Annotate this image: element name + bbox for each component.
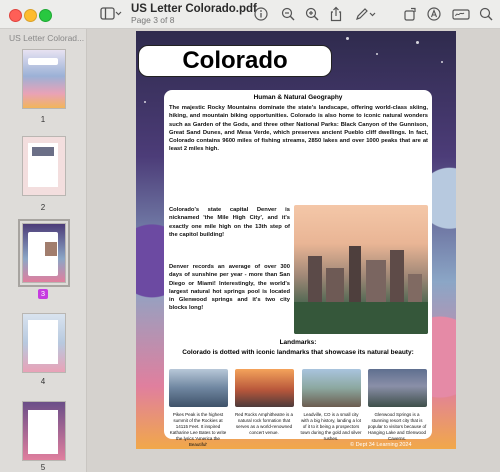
- trees-foreground: [294, 302, 428, 334]
- sunshine-paragraph: Denver records an average of over 300 da…: [169, 264, 290, 312]
- star-decoration: [346, 37, 349, 40]
- zoom-out-button[interactable]: [280, 5, 296, 23]
- page-thumbnail-label: 5: [40, 463, 46, 472]
- geography-paragraph: The majestic Rocky Mountains dominate th…: [169, 105, 428, 153]
- page-thumbnail-label: 4: [40, 377, 46, 386]
- document-title: US Letter Colorado.pdf: [131, 3, 257, 15]
- denver-skyline-photo: [294, 205, 428, 334]
- pikes-peak-photo: [169, 369, 228, 407]
- zoom-out-icon: [281, 7, 295, 21]
- landmarks-intro: Colorado is dotted with iconic landmarks…: [182, 349, 414, 356]
- landmarks-heading: Landmarks:: [279, 339, 317, 346]
- star-decoration: [144, 101, 146, 103]
- building-shape: [408, 274, 422, 304]
- landmark-caption: Glenwood Springs is a stunning resort ci…: [367, 412, 427, 441]
- sidebar-toggle-button[interactable]: [98, 5, 124, 23]
- zoom-window-button[interactable]: [39, 9, 52, 22]
- page-thumbnail-5[interactable]: [22, 401, 66, 461]
- zoom-in-button[interactable]: [304, 5, 320, 23]
- signature-button[interactable]: [452, 5, 470, 23]
- capital-paragraph: Colorado's state capital Denver is nickn…: [169, 207, 290, 238]
- info-button[interactable]: [253, 5, 269, 23]
- rotate-icon: [404, 7, 416, 21]
- thumbnail-content-block: [28, 410, 58, 454]
- building-shape: [390, 250, 404, 304]
- page-thumbnail-3[interactable]: [18, 219, 70, 287]
- landmark-caption: Leadville, CO is a small city with a big…: [300, 412, 362, 441]
- leadville-photo: [302, 369, 361, 407]
- sidebar-icon: [100, 7, 122, 20]
- zoom-in-icon: [305, 7, 319, 21]
- markup-button[interactable]: [354, 5, 378, 23]
- landmark-caption: Red Rocks Amphitheatre is a natural rock…: [234, 412, 294, 435]
- building-shape: [349, 246, 361, 304]
- search-button[interactable]: [478, 5, 494, 23]
- red-rocks-photo: [235, 369, 294, 407]
- rotate-button[interactable]: [402, 5, 418, 23]
- share-button[interactable]: [328, 5, 344, 23]
- page-indicator: Page 3 of 8: [131, 15, 175, 25]
- content-card: Human & Natural Geography The majestic R…: [164, 90, 432, 447]
- annotate-button[interactable]: [426, 5, 442, 23]
- page-title-banner: Colorado: [138, 45, 332, 77]
- pdf-page: Colorado Human & Natural Geography The m…: [136, 31, 456, 449]
- info-icon: [254, 7, 268, 21]
- thumbnail-content-block: [28, 320, 58, 364]
- building-shape: [366, 260, 386, 304]
- page-thumbnail-1[interactable]: [22, 49, 66, 109]
- pen-icon: [356, 8, 376, 20]
- copyright-footer: © Dept 34 Learning 2024: [350, 442, 412, 448]
- signature-icon: [452, 9, 470, 20]
- document-canvas[interactable]: Colorado Human & Natural Geography The m…: [87, 29, 500, 472]
- glenwood-springs-photo: [368, 369, 427, 407]
- title-bar: US Letter Colorado.pdf Page 3 of 8: [0, 0, 500, 29]
- thumbnail-image: [45, 242, 57, 256]
- thumbnail-sidebar: US Letter Colorad... 1 2 3 4 5: [0, 29, 87, 472]
- page-thumbnail-label: 2: [40, 203, 46, 212]
- page-thumbnail-4[interactable]: [22, 313, 66, 373]
- page-thumbnail-label-selected: 3: [38, 289, 48, 299]
- minimize-window-button[interactable]: [24, 9, 37, 22]
- page-title: Colorado: [182, 47, 288, 74]
- search-icon: [479, 7, 493, 21]
- page-thumbnail-label: 1: [40, 115, 46, 124]
- markup-circle-icon: [427, 7, 441, 21]
- sidebar-title: US Letter Colorad...: [9, 33, 85, 43]
- landmark-caption: Pikes Peak is the highest summit of the …: [169, 412, 227, 447]
- star-decoration: [376, 53, 378, 55]
- share-icon: [330, 6, 342, 22]
- section-heading: Human & Natural Geography: [253, 94, 343, 101]
- thumbnail-title-block: [28, 58, 58, 65]
- star-decoration: [416, 41, 419, 44]
- thumbnail-image: [32, 147, 54, 156]
- star-decoration: [441, 61, 443, 63]
- building-shape: [308, 256, 322, 304]
- close-window-button[interactable]: [9, 9, 22, 22]
- page-thumbnail-2[interactable]: [22, 136, 66, 196]
- building-shape: [326, 268, 344, 304]
